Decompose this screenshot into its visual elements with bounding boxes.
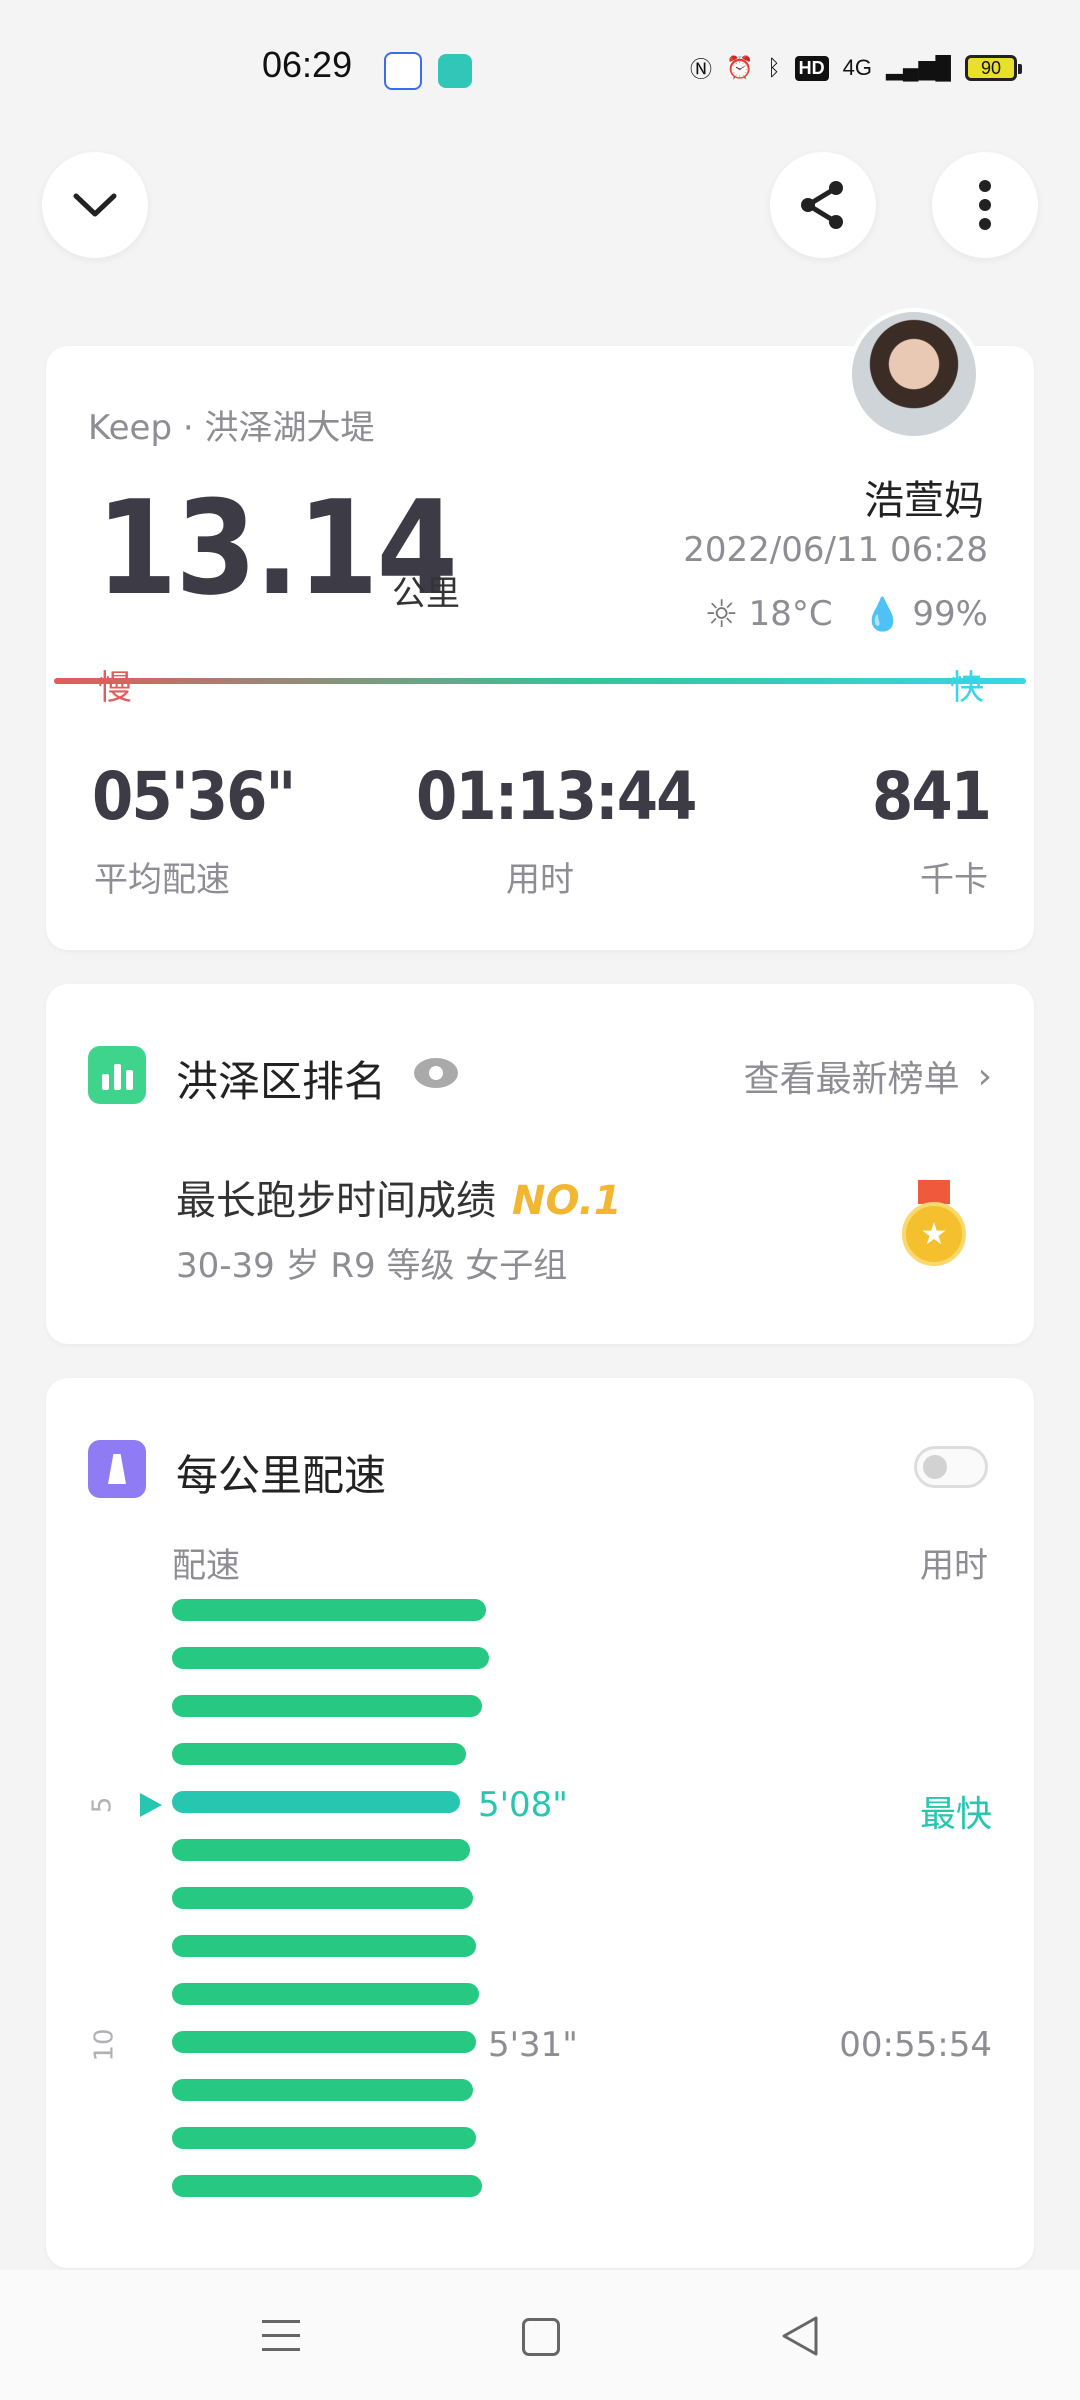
chat-app-icon (438, 54, 472, 88)
calories-value: 841 (872, 758, 992, 835)
distance-unit: 公里 (392, 574, 460, 614)
pace-bar-km-1 (172, 1599, 486, 1621)
bluetooth-icon: ᛒ (767, 55, 781, 80)
baidu-app-icon (384, 52, 422, 90)
pace-bar-km-6 (172, 1839, 470, 1861)
signal-label: 4G (842, 55, 872, 80)
home-nav-button[interactable] (522, 2318, 560, 2356)
view-leaderboard-link[interactable]: 查看最新榜单 › (744, 1050, 992, 1102)
group-info: 30-39 岁 R9 等级 女子组 (176, 1246, 568, 1286)
collapse-button[interactable] (42, 152, 148, 258)
menu-nav-button[interactable] (262, 2320, 300, 2351)
medal-icon: ★ (900, 1180, 968, 1270)
share-button[interactable] (770, 152, 876, 258)
avg-pace-value: 05'36" (92, 758, 296, 835)
chevron-down-icon (73, 193, 117, 217)
pace-bar-km-3 (172, 1695, 482, 1717)
share-icon (801, 181, 843, 229)
calories-label: 千卡 (920, 860, 988, 900)
pace-bar-km-12 (172, 2127, 476, 2149)
fastest-pointer-icon (140, 1793, 162, 1817)
more-button[interactable] (932, 152, 1038, 258)
chevron-right-icon: › (977, 1055, 992, 1097)
status-bar: 06:29 Ⓝ ⏰ ᛒ HD 4G ▂▄▆█ 90 (0, 0, 1080, 130)
weather-row: ☼ 18°C 💧 99% (704, 592, 988, 636)
status-time: 06:29 (262, 44, 353, 85)
avatar[interactable] (848, 308, 980, 440)
achievement-text: 最长跑步时间成绩 (176, 1178, 496, 1224)
slow-label: 慢 (98, 668, 132, 708)
ranking-card[interactable] (46, 984, 1034, 1344)
activity-datetime: 2022/06/11 06:28 (683, 530, 988, 570)
pace-column-label: 配速 (172, 1546, 240, 1586)
alarm-icon: ⏰ (726, 55, 754, 80)
pace-bar-km-13 (172, 2175, 482, 2197)
pace-title: 每公里配速 (176, 1451, 387, 1500)
humidity-icon: 💧 (862, 595, 903, 633)
time-toggle[interactable] (914, 1446, 988, 1488)
pace-bar-km-10 (172, 2031, 476, 2053)
status-icons: Ⓝ ⏰ ᛒ HD 4G ▂▄▆█ 90 (690, 48, 1022, 88)
pace-bar-km-11 (172, 2079, 473, 2101)
nfc-icon: Ⓝ (690, 57, 713, 82)
ranking-icon (88, 1046, 146, 1104)
achievement-row: 最长跑步时间成绩 NO.1 (176, 1168, 622, 1226)
km-5-marker: 5 (87, 1796, 118, 1814)
activity-source: Keep · 洪泽湖大堤 (88, 408, 375, 448)
km10-pace-value: 5'31" (488, 2025, 578, 2065)
km10-time: 00:55:54 (839, 2025, 992, 2065)
battery-icon: 90 (965, 55, 1022, 81)
pace-bar-km-8 (172, 1935, 476, 1957)
pace-bar-km-9 (172, 1983, 479, 2005)
duration-value: 01:13:44 (416, 758, 697, 835)
pace-bar-km-7 (172, 1887, 473, 1909)
pace-icon (88, 1440, 146, 1498)
user-name: 浩萱妈 (864, 478, 984, 524)
ranking-title: 洪泽区排名 (176, 1057, 387, 1106)
pace-bar-km-4 (172, 1743, 466, 1765)
duration-label: 用时 (506, 860, 574, 900)
back-nav-button[interactable] (780, 2314, 820, 2358)
toggle-knob (923, 1455, 947, 1479)
system-nav-bar (0, 2270, 1080, 2400)
time-column-label: 用时 (920, 1546, 988, 1586)
fastest-pace-value: 5'08" (478, 1785, 568, 1825)
km-10-marker: 10 (89, 2028, 120, 2062)
fast-label: 快 (950, 668, 984, 708)
rank-badge: NO.1 (512, 1178, 622, 1224)
humidity: 99% (912, 594, 988, 634)
more-vertical-icon (979, 180, 991, 230)
hd-icon: HD (794, 55, 829, 81)
pace-bar-km-2 (172, 1647, 489, 1669)
avg-pace-label: 平均配速 (94, 860, 230, 900)
sun-icon: ☼ (704, 592, 739, 636)
temperature: 18°C (748, 594, 833, 634)
pace-gradient-bar (54, 678, 1026, 684)
fastest-label: 最快 (919, 1794, 992, 1835)
view-leaderboard-label: 查看最新榜单 (743, 1059, 960, 1100)
pace-bar-km-5 (172, 1791, 460, 1813)
battery-level: 90 (980, 57, 1002, 78)
eye-icon[interactable] (414, 1058, 458, 1088)
signal-icon: ▂▄▆█ (885, 55, 951, 80)
